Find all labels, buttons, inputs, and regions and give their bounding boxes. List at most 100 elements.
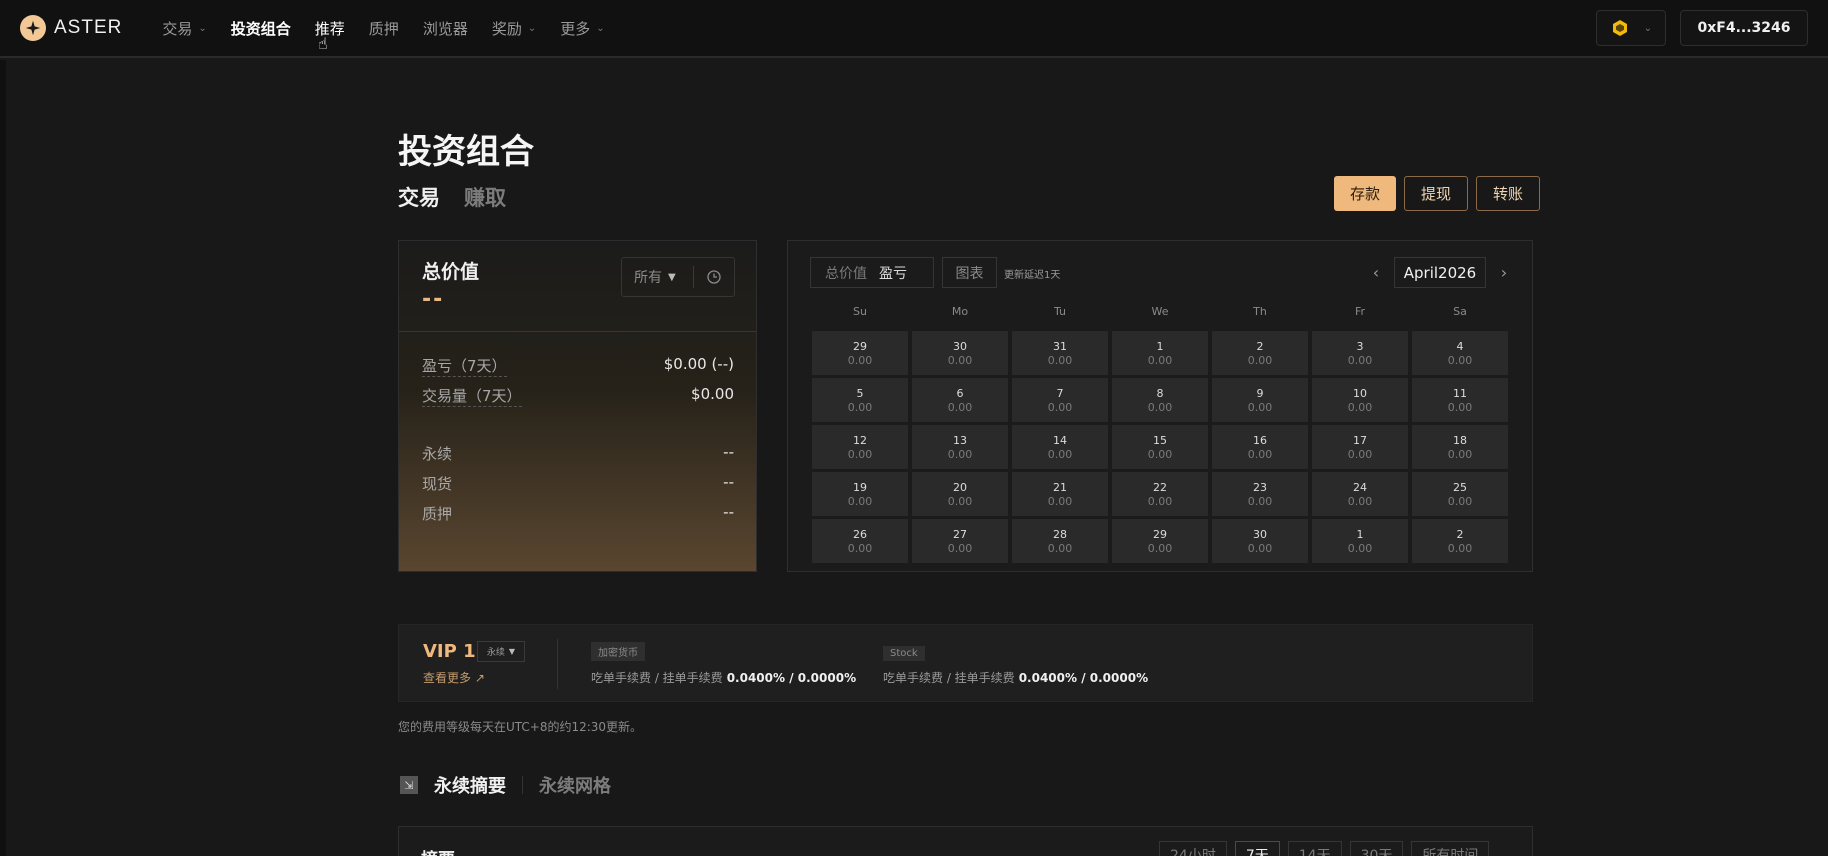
range-30d[interactable]: 30天 [1349, 841, 1404, 856]
calendar-day-number: 29 [1153, 527, 1167, 541]
calendar-day-number: 23 [1253, 480, 1267, 494]
tab-trade[interactable]: 交易 [398, 182, 440, 212]
calendar-day-cell[interactable]: 29 0.00 [1112, 519, 1208, 563]
calendar-day-cell[interactable]: 8 0.00 [1112, 378, 1208, 422]
calendar-day-cell[interactable]: 12 0.00 [812, 425, 908, 469]
calendar-day-cell[interactable]: 4 0.00 [1412, 331, 1508, 375]
range-24h[interactable]: 24小时 [1159, 841, 1227, 856]
nav-item-staking[interactable]: 质押 [357, 18, 411, 39]
calendar-day-cell[interactable]: 31 0.00 [1012, 331, 1108, 375]
nav-item-trade[interactable]: 交易 ⌄ [150, 18, 218, 39]
weekday-label: We [1151, 305, 1169, 318]
calendar-day-pnl: 0.00 [947, 400, 973, 414]
calendar-day-cell[interactable]: 22 0.00 [1112, 472, 1208, 516]
calendar-day-cell[interactable]: 1 0.00 [1312, 519, 1408, 563]
calendar-day-cell[interactable]: 23 0.00 [1212, 472, 1308, 516]
calendar-day-cell[interactable]: 3 0.00 [1312, 331, 1408, 375]
stock-fee-group: Stock 吃单手续费 / 挂单手续费 0.0400% / 0.0000% [883, 641, 1148, 686]
calendar-day-cell[interactable]: 16 0.00 [1212, 425, 1308, 469]
fee-market-select[interactable]: 永续 ▼ [477, 641, 525, 662]
calendar-day-pnl: 0.00 [947, 494, 973, 508]
portfolio-tabs: 交易 赚取 [398, 182, 506, 212]
wallet-address-button[interactable]: 0xF4...3246 [1680, 10, 1808, 46]
calendar-day-number: 2 [1256, 339, 1264, 353]
calendar-day-cell[interactable]: 30 0.00 [1212, 519, 1308, 563]
calendar-day-cell[interactable]: 18 0.00 [1412, 425, 1508, 469]
nav-item-portfolio[interactable]: 投资组合 [219, 18, 303, 39]
calendar-day-cell[interactable]: 15 0.00 [1112, 425, 1208, 469]
withdraw-button[interactable]: 提现 [1404, 176, 1469, 211]
calendar-day-cell[interactable]: 11 0.00 [1412, 378, 1508, 422]
nav-item-explorer[interactable]: 浏览器 [411, 18, 480, 39]
range-7d[interactable]: 7天 [1234, 841, 1280, 856]
calendar-day-cell[interactable]: 20 0.00 [912, 472, 1008, 516]
calendar-day-cell[interactable]: 2 0.00 [1212, 331, 1308, 375]
calendar-day-cell[interactable]: 29 0.00 [812, 331, 908, 375]
nav-item-rewards[interactable]: 奖励 ⌄ [480, 18, 548, 39]
calendar-day-cell[interactable]: 13 0.00 [912, 425, 1008, 469]
calendar-metric-toggle[interactable]: 总价值 盈亏 [810, 257, 934, 288]
calendar-day-cell[interactable]: 19 0.00 [812, 472, 908, 516]
transfer-button[interactable]: 转账 [1476, 176, 1541, 211]
calendar-day-cell[interactable]: 28 0.00 [1012, 519, 1108, 563]
top-navbar: ASTER 交易 ⌄ 投资组合 推荐 质押 浏览器 奖励 ⌄ 更多 ⌄ ⌄ 0x… [0, 0, 1828, 58]
stock-fee-line: 吃单手续费 / 挂单手续费 0.0400% / 0.0000% [883, 669, 1148, 686]
pnl-7d-label: 盈亏（7天） [422, 357, 507, 377]
calendar-day-pnl: 0.00 [1447, 447, 1473, 461]
summary-title: 摘要 [421, 845, 455, 856]
chevron-right-icon[interactable]: › [1496, 263, 1512, 282]
range-14d[interactable]: 14天 [1287, 841, 1342, 856]
range-all[interactable]: 所有时间 [1411, 841, 1490, 856]
current-month[interactable]: April2026 [1394, 257, 1486, 288]
nav-item-referral[interactable]: 推荐 [303, 18, 357, 39]
calendar-day-pnl: 0.00 [847, 400, 873, 414]
account-filter-select[interactable]: 所有 ▼ [622, 267, 693, 287]
summary-card: 摘要 24小时 7天 14天 30天 所有时间 [398, 826, 1533, 856]
calendar-day-pnl: 0.00 [1347, 447, 1373, 461]
chain-selector[interactable]: ⌄ [1596, 10, 1666, 46]
calendar-day-pnl: 0.00 [1147, 494, 1173, 508]
calendar-week: 29 0.00 30 0.00 31 0.00 1 0.00 2 0.00 3 0.00 4 0.00 [812, 331, 1510, 375]
calendar-day-pnl: 0.00 [847, 353, 873, 367]
calendar-day-cell[interactable]: 1 0.00 [1112, 331, 1208, 375]
calendar-day-cell[interactable]: 17 0.00 [1312, 425, 1408, 469]
tab-perpetual-summary[interactable]: 永续摘要 [434, 772, 506, 798]
calendar-day-cell[interactable]: 9 0.00 [1212, 378, 1308, 422]
calendar-day-cell[interactable]: 26 0.00 [812, 519, 908, 563]
calendar-day-cell[interactable]: 25 0.00 [1412, 472, 1508, 516]
weekday-label: Sa [1453, 305, 1467, 318]
deposit-button[interactable]: 存款 [1334, 176, 1397, 211]
calendar-day-cell[interactable]: 14 0.00 [1012, 425, 1108, 469]
caret-down-icon: ▼ [508, 647, 516, 656]
calendar-day-cell[interactable]: 7 0.00 [1012, 378, 1108, 422]
calendar-day-cell[interactable]: 2 0.00 [1412, 519, 1508, 563]
calendar-day-pnl: 0.00 [1147, 353, 1173, 367]
calendar-day-pnl: 0.00 [1247, 541, 1273, 555]
calendar-day-number: 6 [956, 386, 964, 400]
calendar-day-number: 31 [1053, 339, 1067, 353]
calendar-day-cell[interactable]: 5 0.00 [812, 378, 908, 422]
tab-perpetual-grid[interactable]: 永续网格 [539, 772, 611, 798]
toggle-total-value[interactable]: 总价值 [825, 263, 867, 283]
calendar-day-pnl: 0.00 [1347, 494, 1373, 508]
calendar-day-cell[interactable]: 6 0.00 [912, 378, 1008, 422]
collapse-arrow-icon[interactable]: ⇲ [400, 776, 418, 794]
caret-down-icon: ▼ [668, 271, 676, 283]
calendar-day-cell[interactable]: 10 0.00 [1312, 378, 1408, 422]
tab-divider [522, 776, 523, 794]
calendar-day-cell[interactable]: 27 0.00 [912, 519, 1008, 563]
view-more-link[interactable]: 查看更多 ↗ [423, 669, 485, 686]
tab-earn[interactable]: 赚取 [464, 182, 506, 212]
calendar-day-cell[interactable]: 30 0.00 [912, 331, 1008, 375]
vip-level: VIP 1 [423, 641, 476, 662]
nav-item-more[interactable]: 更多 ⌄ [548, 18, 616, 39]
history-icon[interactable] [694, 269, 734, 285]
bnb-chain-icon [1612, 20, 1627, 36]
calendar-day-cell[interactable]: 21 0.00 [1012, 472, 1108, 516]
calendar-day-cell[interactable]: 24 0.00 [1312, 472, 1408, 516]
brand-logo[interactable]: ASTER [20, 15, 122, 41]
toggle-pnl[interactable]: 盈亏 [879, 263, 907, 283]
chevron-left-icon[interactable]: ‹ [1368, 263, 1384, 282]
chart-view-button[interactable]: 图表 [942, 257, 997, 288]
calendar-day-number: 9 [1256, 386, 1264, 400]
